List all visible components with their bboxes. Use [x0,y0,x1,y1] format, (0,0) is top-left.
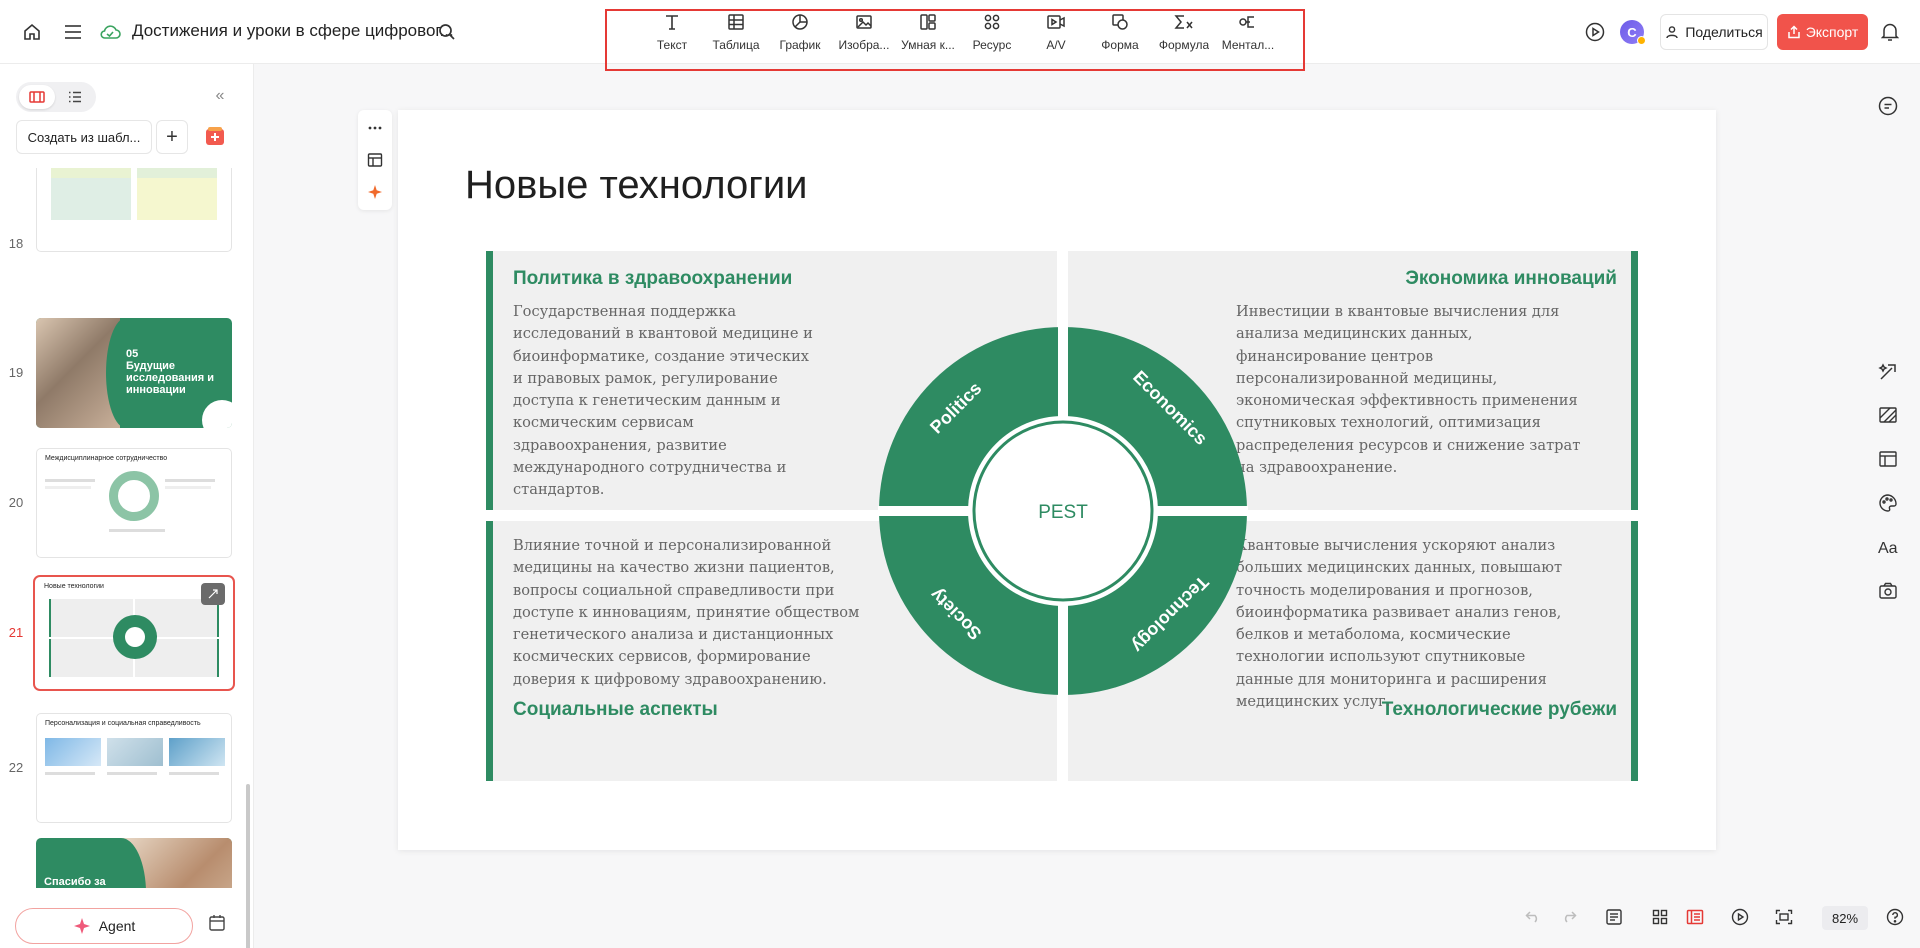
slide-number: 22 [8,760,24,775]
slide-thumbnail-20[interactable]: Междисциплинарное сотрудничество [36,448,232,558]
zoom-level[interactable]: 82% [1822,906,1868,930]
slide-21-title: Новые технологии [44,583,104,590]
list-icon [69,91,81,103]
document-title[interactable]: Достижения и уроки в сфере цифровог... [132,21,454,41]
media-icon[interactable] [1876,579,1900,603]
share-button[interactable]: Поделиться [1660,14,1768,50]
play-icon[interactable] [1583,20,1607,44]
slide-thumbnail-list: 18 19 05 Будущие исследования и инноваци… [0,168,246,888]
palette-icon[interactable] [1876,491,1900,515]
export-icon [1787,25,1800,39]
home-icon[interactable] [20,20,44,44]
slide-number: 19 [8,365,24,380]
share-label: Поделиться [1685,24,1763,40]
pest-diagram[interactable]: PEST Politics Economics Society Technolo… [878,326,1248,696]
ai-edit-icon[interactable] [201,583,225,605]
outline-view-button[interactable] [57,85,93,109]
layout-icon[interactable] [365,150,385,170]
slide-number: 21 [8,625,24,640]
slide-thumbnail-18[interactable] [36,168,232,252]
slide-title[interactable]: Новые технологии [465,163,808,208]
agent-label: Agent [98,918,136,934]
calendar-icon[interactable] [208,914,228,934]
svg-text:Aa: Aa [1878,540,1898,556]
quadrant-heading: Экономика инноваций [1405,268,1617,289]
create-from-template-button[interactable]: Создать из шабл... [16,120,152,154]
menu-icon[interactable] [61,20,85,44]
template-layout-icon[interactable] [1876,447,1900,471]
pest-center-label: PEST [1038,502,1088,523]
film-strip-icon [29,91,45,103]
sparkle-icon [73,918,90,934]
more-icon[interactable] [365,118,385,138]
quadrant-heading: Политика в здравоохранении [513,268,793,289]
export-label: Экспорт [1805,24,1859,40]
notes-icon[interactable] [1603,906,1625,928]
cloud-saved-icon [98,20,122,44]
present-icon[interactable] [1729,906,1751,928]
slide-sidebar: « Создать из шабл... + 18 19 05 Будущие … [0,64,254,948]
quadrant-text: Государственная поддержка исследований в… [513,303,813,499]
slide-22-title: Персонализация и социальная справедливос… [45,720,201,727]
bell-icon[interactable] [1878,20,1902,44]
normal-view-icon[interactable] [1684,906,1706,928]
slide-thumbnail-19[interactable]: 05 Будущие исследования и инновации [36,318,232,428]
ai-sparkle-icon[interactable] [365,182,385,202]
slide-23-title: Спасибо за внимание. [44,876,106,888]
slide-thumbnail-23[interactable]: Спасибо за внимание. [36,838,232,888]
toolbar-highlight-box [605,9,1305,71]
magic-add-icon[interactable] [198,120,232,154]
avatar-status-dot [1637,36,1646,45]
undo-icon[interactable] [1522,906,1544,928]
slide-canvas[interactable]: Новые технологии Политика в здравоохране… [398,110,1716,850]
user-icon [1666,26,1679,39]
thumbnail-view-button[interactable] [19,85,55,109]
slide-thumbnail-21[interactable]: Новые технологии [33,575,235,691]
export-button[interactable]: Экспорт [1777,14,1868,50]
slide-float-toolbar [358,110,392,210]
sidebar-scrollbar[interactable] [246,784,250,948]
quadrant-heading: Социальные аспекты [513,699,718,720]
font-icon[interactable]: Aa [1876,535,1900,559]
agent-button[interactable]: Agent [15,908,193,944]
add-slide-button[interactable]: + [156,120,188,154]
ai-magic-icon[interactable] [1876,360,1900,384]
slide-number: 20 [8,495,24,510]
redo-icon[interactable] [1558,906,1580,928]
slide-number: 18 [8,236,24,251]
quadrant-text: Влияние точной и персонализированной мед… [513,537,860,688]
quadrant-text: Инвестиции в квантовые вычисления для ан… [1236,303,1581,477]
search-icon[interactable] [435,20,459,44]
slide-19-title: 05 Будущие исследования и инновации [126,348,215,396]
grid-view-icon[interactable] [1649,906,1671,928]
slide-thumbnail-22[interactable]: Персонализация и социальная справедливос… [36,713,232,823]
quadrant-text: Квантовые вычисления ускоряют анализ бол… [1236,537,1563,711]
fit-screen-icon[interactable] [1773,906,1795,928]
comment-icon[interactable] [1876,94,1900,118]
help-icon[interactable] [1884,906,1906,928]
slide-20-title: Междисциплинарное сотрудничество [45,455,168,462]
collapse-sidebar-icon[interactable]: « [210,86,230,106]
background-icon[interactable] [1876,403,1900,427]
view-toggle [16,82,96,112]
